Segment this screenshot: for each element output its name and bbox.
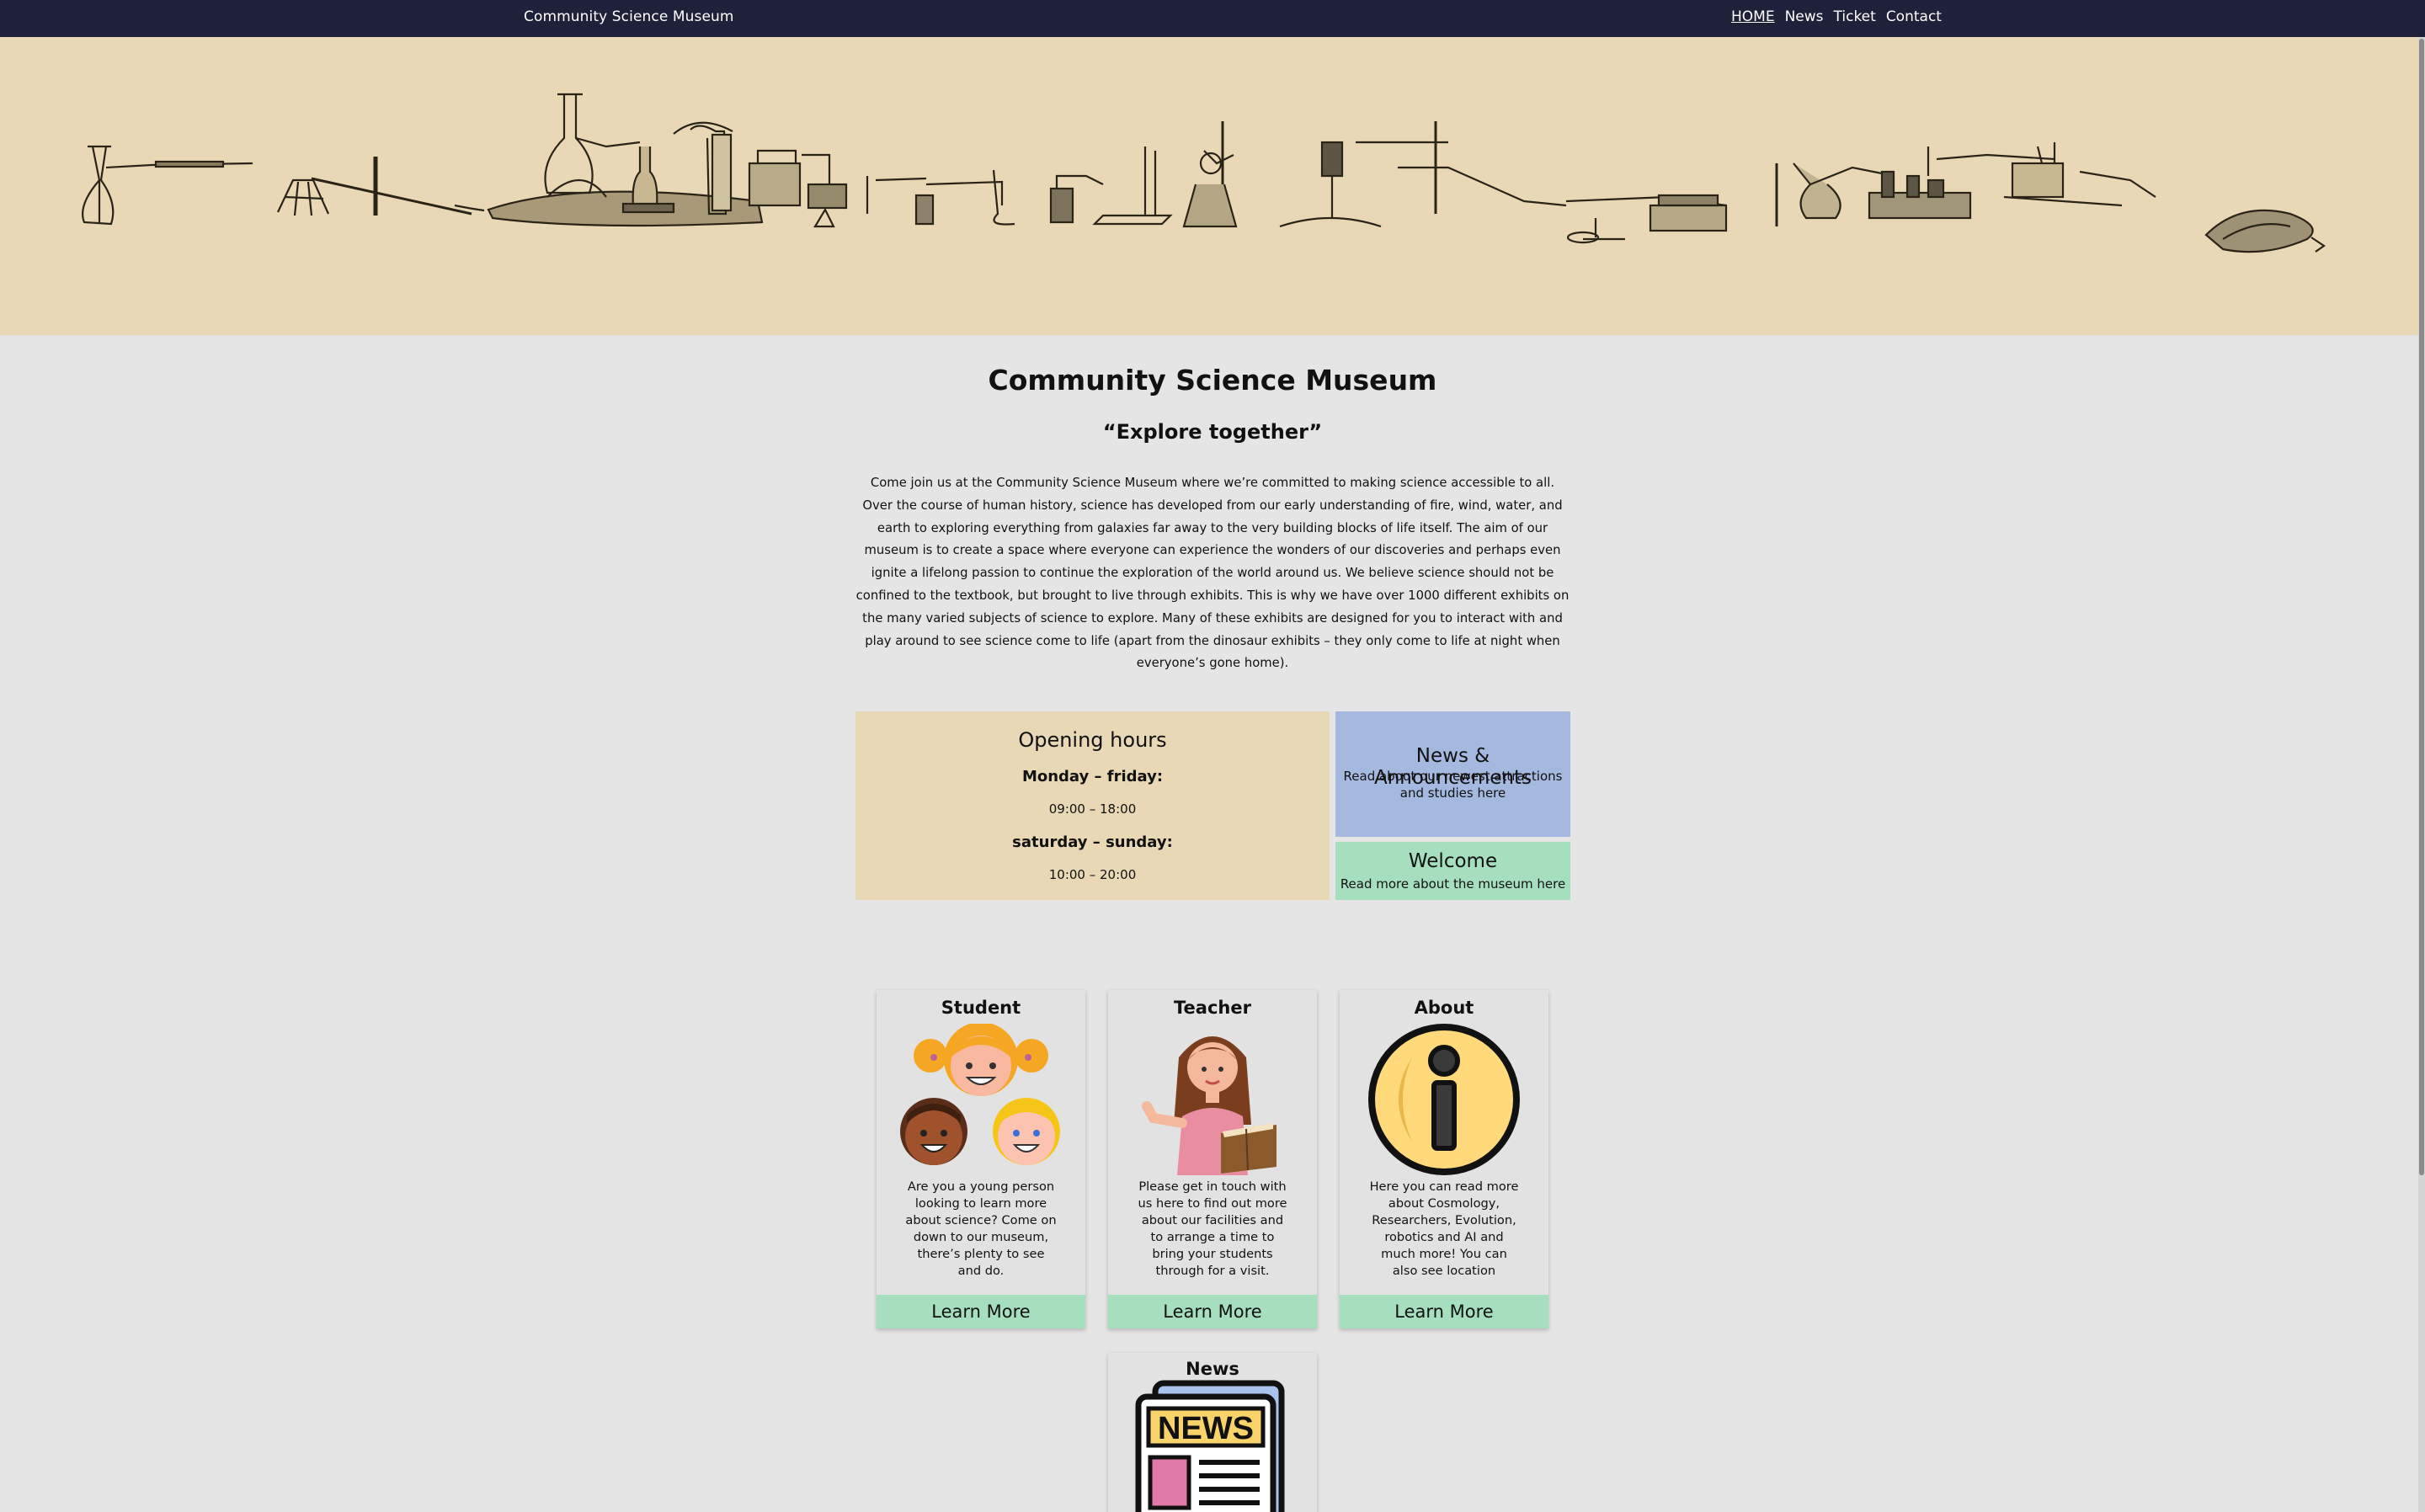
intro-paragraph: Come join us at the Community Science Mu… [855, 476, 1570, 671]
page-title: Community Science Museum [988, 364, 1437, 397]
about-learn-more-button[interactable]: Learn More [1340, 1295, 1548, 1328]
children-icon [900, 1024, 1060, 1165]
welcome-text: Read more about the museum here [1340, 876, 1566, 892]
student-card: Student Are you a young person looking t… [877, 990, 1085, 1328]
nav-news-link[interactable]: News [1785, 8, 1824, 25]
news-card: News NEWS [1108, 1353, 1317, 1512]
info-icon [1368, 1024, 1520, 1175]
welcome-title: Welcome [1408, 850, 1498, 872]
nav-home-link[interactable]: HOME [1731, 8, 1775, 25]
news-card-title: News [1186, 1359, 1239, 1379]
weekend-label: saturday – sunday: [1012, 833, 1173, 851]
teacher-card-title: Teacher [1174, 998, 1251, 1018]
newspaper-icon: NEWS [1135, 1380, 1285, 1512]
student-card-title: Student [941, 998, 1021, 1018]
student-card-text: Are you a young person looking to learn … [905, 1179, 1057, 1278]
page-scrollbar-thumb[interactable] [2419, 39, 2424, 1175]
site-brand[interactable]: Community Science Museum [524, 8, 734, 25]
weekday-label: Monday – friday: [1021, 768, 1164, 785]
news-announcements-text: Read about our newest attractions and st… [1343, 769, 1563, 801]
welcome-box[interactable]: Welcome Read more about the museum here [1335, 842, 1570, 900]
newspaper-headline: NEWS [1158, 1411, 1254, 1446]
weekend-time: 10:00 – 20:00 [1048, 867, 1137, 882]
about-card-text: Here you can read more about Cosmology, … [1369, 1179, 1519, 1278]
opening-hours-panel: Opening hours Monday – friday: 09:00 – 1… [855, 711, 1330, 900]
weekday-time: 09:00 – 18:00 [1048, 801, 1137, 817]
about-card-title: About [1414, 998, 1474, 1018]
hero-banner [0, 37, 2418, 335]
news-announcements-box[interactable]: News & Announcements Read about our newe… [1335, 711, 1570, 837]
teacher-card-text: Please get in touch with us here to find… [1138, 1179, 1287, 1278]
opening-hours-title: Opening hours [1018, 728, 1167, 752]
main-nav: HOME News Ticket Contact [1731, 8, 1942, 25]
nav-contact-link[interactable]: Contact [1886, 8, 1942, 25]
nav-ticket-link[interactable]: Ticket [1834, 8, 1876, 25]
about-card: About Here you can read more about Cosmo… [1340, 990, 1548, 1328]
student-learn-more-button[interactable]: Learn More [877, 1295, 1085, 1328]
teacher-card: Teacher Please get in touch with us here… [1108, 990, 1317, 1328]
top-navbar: Community Science Museum HOME News Ticke… [0, 0, 2425, 37]
tagline: “Explore together” [1102, 420, 1323, 444]
lab-apparatus-illustration [82, 93, 2326, 253]
teacher-icon [1142, 1036, 1276, 1175]
teacher-learn-more-button[interactable]: Learn More [1108, 1295, 1317, 1328]
